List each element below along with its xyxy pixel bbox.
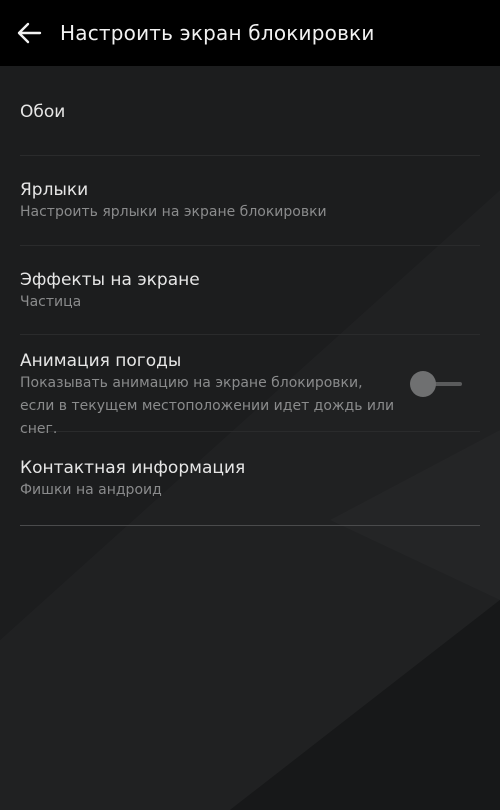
arrow-left-icon [17,22,42,44]
setting-wallpaper-title: Обои [20,102,66,122]
setting-contact-info-subtitle: Фишки на андроид [20,482,162,498]
weather-animation-toggle[interactable] [410,371,466,397]
back-button[interactable] [0,0,58,66]
setting-weather-text: Анимация погоды Показывать анимацию на э… [20,350,395,441]
setting-weather-animation-title: Анимация погоды [20,351,182,371]
settings-list: Обои Ярлыки Настроить ярлыки на экране б… [0,66,500,526]
lockscreen-settings-screen: Настроить экран блокировки Обои Ярлыки Н… [0,0,500,810]
setting-wallpaper[interactable]: Обои [20,66,480,156]
app-bar: Настроить экран блокировки [0,0,500,66]
setting-screen-effects-subtitle: Частица [20,294,82,310]
page-title: Настроить экран блокировки [60,21,375,45]
toggle-thumb [410,371,436,397]
setting-shortcuts[interactable]: Ярлыки Настроить ярлыки на экране блокир… [20,156,480,246]
setting-contact-info[interactable]: Контактная информация Фишки на андроид [20,432,480,526]
setting-screen-effects-title: Эффекты на экране [20,270,200,290]
setting-shortcuts-title: Ярлыки [20,180,89,200]
setting-screen-effects[interactable]: Эффекты на экране Частица [20,246,480,335]
setting-weather-animation-subtitle: Показывать анимацию на экране блокировки… [20,375,395,437]
setting-weather-animation[interactable]: Анимация погоды Показывать анимацию на э… [20,335,480,437]
setting-contact-info-title: Контактная информация [20,458,246,478]
setting-shortcuts-subtitle: Настроить ярлыки на экране блокировки [20,204,327,220]
